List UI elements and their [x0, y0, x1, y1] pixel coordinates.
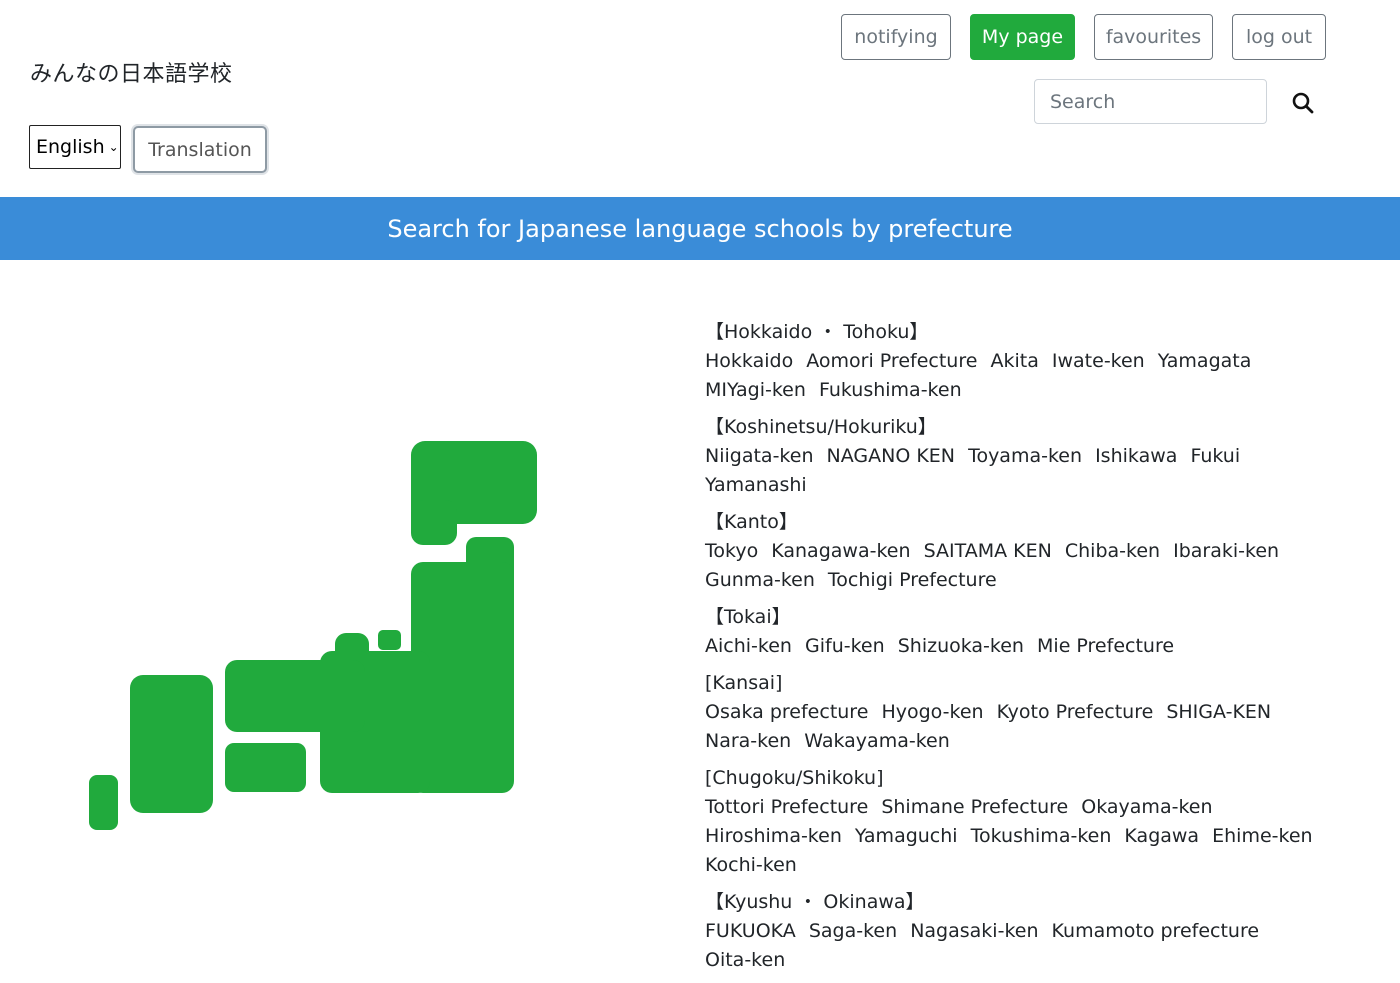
- prefecture-link[interactable]: Niigata-ken: [705, 445, 813, 467]
- prefecture-list: Hokkaido Aomori Prefecture Akita Iwate-k…: [705, 347, 1335, 405]
- region-list: 【Hokkaido ・ Tohoku】 Hokkaido Aomori Prefe…: [705, 318, 1335, 983]
- prefecture-link[interactable]: Fukushima-ken: [819, 379, 962, 401]
- prefecture-link[interactable]: Kanagawa-ken: [771, 540, 910, 562]
- prefecture-link[interactable]: Oita-ken: [705, 949, 785, 971]
- prefecture-list: Osaka prefecture Hyogo-ken Kyoto Prefect…: [705, 698, 1335, 756]
- my-page-button[interactable]: My page: [970, 14, 1075, 60]
- prefecture-link[interactable]: Kochi-ken: [705, 854, 797, 876]
- map-region-sado-island[interactable]: [378, 630, 401, 650]
- prefecture-link[interactable]: Ehime-ken: [1212, 825, 1312, 847]
- prefecture-link[interactable]: Toyama-ken: [968, 445, 1082, 467]
- translation-button[interactable]: Translation: [133, 126, 267, 173]
- prefecture-link[interactable]: NAGANO KEN: [827, 445, 955, 467]
- prefecture-link[interactable]: Nagasaki-ken: [910, 920, 1038, 942]
- prefecture-link[interactable]: Kumamoto prefecture: [1052, 920, 1260, 942]
- language-select[interactable]: English ⌄: [29, 125, 121, 169]
- search-input[interactable]: [1034, 79, 1267, 124]
- language-select-value: English: [36, 136, 105, 158]
- prefecture-link[interactable]: Gifu-ken: [805, 635, 885, 657]
- prefecture-link[interactable]: Yamagata: [1158, 350, 1252, 372]
- notifying-button[interactable]: notifying: [841, 14, 951, 60]
- prefecture-link[interactable]: Tokyo: [705, 540, 758, 562]
- site-title[interactable]: みんなの日本語学校: [30, 56, 233, 88]
- prefecture-link[interactable]: Fukui: [1190, 445, 1240, 467]
- prefecture-link[interactable]: Hiroshima-ken: [705, 825, 842, 847]
- region-block: 【Kyushu ・ Okinawa】 FUKUOKA Saga-ken Nagas…: [705, 888, 1335, 975]
- prefecture-link[interactable]: FUKUOKA: [705, 920, 796, 942]
- map-region-chugoku[interactable]: [225, 660, 365, 732]
- prefecture-link[interactable]: Hokkaido: [705, 350, 793, 372]
- region-block: 【Hokkaido ・ Tohoku】 Hokkaido Aomori Prefe…: [705, 318, 1335, 405]
- prefecture-link[interactable]: Saga-ken: [809, 920, 897, 942]
- region-title: 【Hokkaido ・ Tohoku】: [705, 321, 929, 343]
- prefecture-link[interactable]: Yamaguchi: [855, 825, 958, 847]
- prefecture-link[interactable]: Nara-ken: [705, 730, 791, 752]
- map-region-okinawa[interactable]: [89, 775, 118, 830]
- region-block: 【Kanto】 Tokyo Kanagawa-ken SAITAMA KEN Ch…: [705, 508, 1335, 595]
- map-region-shikoku[interactable]: [225, 743, 306, 792]
- prefecture-link[interactable]: Osaka prefecture: [705, 701, 868, 723]
- prefecture-link[interactable]: MIYagi-ken: [705, 379, 806, 401]
- prefecture-list: FUKUOKA Saga-ken Nagasaki-ken Kumamoto p…: [705, 917, 1335, 975]
- prefecture-link[interactable]: Gunma-ken: [705, 569, 815, 591]
- search-icon[interactable]: [1291, 91, 1315, 115]
- japan-map: [89, 441, 537, 830]
- prefecture-link[interactable]: Wakayama-ken: [804, 730, 949, 752]
- prefecture-link[interactable]: Hyogo-ken: [881, 701, 983, 723]
- log-out-button[interactable]: log out: [1232, 14, 1326, 60]
- region-title: [Kansai]: [705, 672, 783, 694]
- prefecture-list: Tottori Prefecture Shimane Prefecture Ok…: [705, 793, 1335, 880]
- prefecture-link[interactable]: Iwate-ken: [1052, 350, 1145, 372]
- region-block: [Kansai] Osaka prefecture Hyogo-ken Kyoto…: [705, 669, 1335, 756]
- prefecture-list: Aichi-ken Gifu-ken Shizuoka-ken Mie Pref…: [705, 632, 1335, 661]
- prefecture-link[interactable]: Tottori Prefecture: [705, 796, 868, 818]
- prefecture-link[interactable]: SHIGA-KEN: [1166, 701, 1271, 723]
- prefecture-link[interactable]: Akita: [990, 350, 1038, 372]
- region-block: [Chugoku/Shikoku] Tottori Prefecture Shim…: [705, 764, 1335, 880]
- prefecture-link[interactable]: Kagawa: [1124, 825, 1199, 847]
- region-title: 【Koshinetsu/Hokuriku】: [705, 416, 937, 438]
- prefecture-list: Tokyo Kanagawa-ken SAITAMA KEN Chiba-ken…: [705, 537, 1335, 595]
- prefecture-link[interactable]: Shimane Prefecture: [881, 796, 1068, 818]
- prefecture-link[interactable]: Ibaraki-ken: [1173, 540, 1279, 562]
- prefecture-link[interactable]: Aomori Prefecture: [806, 350, 977, 372]
- prefecture-link[interactable]: Tokushima-ken: [971, 825, 1112, 847]
- prefecture-list: Niigata-ken NAGANO KEN Toyama-ken Ishika…: [705, 442, 1335, 500]
- region-block: 【Koshinetsu/Hokuriku】 Niigata-ken NAGANO …: [705, 413, 1335, 500]
- region-title: 【Kyushu ・ Okinawa】: [705, 891, 925, 913]
- banner-title: Search for Japanese language schools by …: [387, 214, 1013, 243]
- region-title: [Chugoku/Shikoku]: [705, 767, 884, 789]
- map-region-kyushu[interactable]: [130, 675, 213, 813]
- chevron-down-icon: ⌄: [108, 140, 119, 154]
- region-title: 【Tokai】: [705, 606, 791, 628]
- prefecture-link[interactable]: Chiba-ken: [1065, 540, 1160, 562]
- region-block: 【Tokai】 Aichi-ken Gifu-ken Shizuoka-ken M…: [705, 603, 1335, 661]
- region-title: 【Kanto】: [705, 511, 798, 533]
- prefecture-link[interactable]: SAITAMA KEN: [924, 540, 1052, 562]
- prefecture-link[interactable]: Ishikawa: [1095, 445, 1177, 467]
- prefecture-link[interactable]: Yamanashi: [705, 474, 807, 496]
- favourites-button[interactable]: favourites: [1094, 14, 1213, 60]
- prefecture-link[interactable]: Aichi-ken: [705, 635, 792, 657]
- prefecture-link[interactable]: Mie Prefecture: [1037, 635, 1174, 657]
- prefecture-link[interactable]: Kyoto Prefecture: [997, 701, 1154, 723]
- map-region-hokkaido-tail[interactable]: [411, 500, 457, 545]
- prefecture-link[interactable]: Tochigi Prefecture: [828, 569, 997, 591]
- page-banner: Search for Japanese language schools by …: [0, 197, 1400, 260]
- prefecture-link[interactable]: Shizuoka-ken: [898, 635, 1024, 657]
- prefecture-link[interactable]: Okayama-ken: [1081, 796, 1212, 818]
- japan-map-regions: [89, 441, 537, 830]
